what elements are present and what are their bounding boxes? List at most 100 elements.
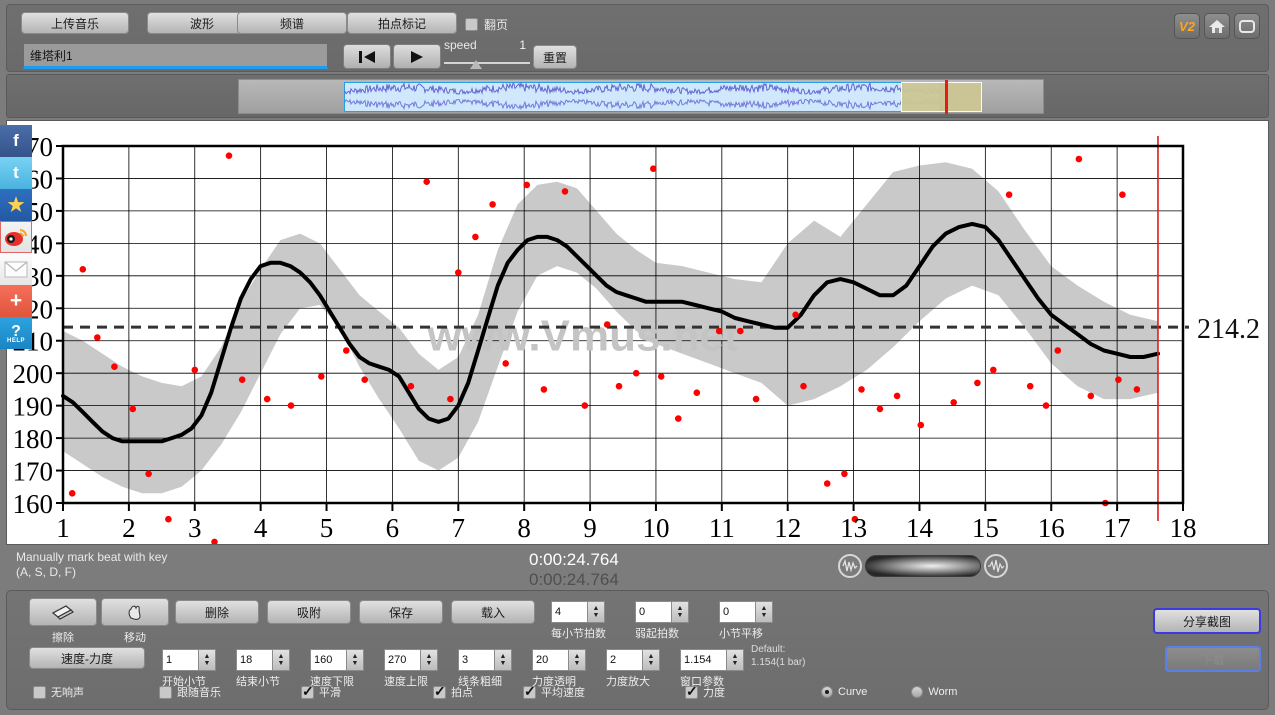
beat-mark-button[interactable]: 拍点标记: [347, 12, 457, 34]
rewind-button[interactable]: [343, 44, 391, 69]
spinner-window-param[interactable]: ▲▼: [680, 649, 744, 671]
download-button[interactable]: 下载: [1165, 646, 1261, 672]
facebook-icon[interactable]: f: [0, 125, 32, 157]
beat-point[interactable]: [68, 490, 76, 497]
spinner-up-icon[interactable]: ▲: [677, 605, 684, 612]
beat-point[interactable]: [318, 373, 325, 380]
beat-point[interactable]: [615, 382, 623, 390]
beat-point[interactable]: [1054, 347, 1062, 354]
spinner-arrows-beats-per-bar[interactable]: ▲ ▼: [587, 601, 605, 623]
delete-button[interactable]: 删除: [175, 600, 259, 624]
beat-point[interactable]: [1087, 392, 1095, 400]
spinner-input-tempo-max[interactable]: [384, 649, 420, 671]
beat-point[interactable]: [1026, 382, 1034, 390]
spinner-up-icon[interactable]: ▲: [574, 653, 581, 660]
weibo-icon[interactable]: [0, 221, 32, 253]
spinner-input-start-bar[interactable]: [162, 649, 198, 671]
spinner-bar-shift[interactable]: ▲▼: [719, 601, 773, 623]
spinner-up-icon[interactable]: ▲: [278, 653, 285, 660]
radio-option-curve[interactable]: Curve: [821, 686, 867, 698]
beat-point[interactable]: [1075, 155, 1083, 163]
speed-slider-track[interactable]: [444, 62, 530, 64]
beat-point[interactable]: [1115, 376, 1122, 383]
waveform-playhead[interactable]: [945, 80, 948, 114]
spinner-arrows-line-width[interactable]: ▲ ▼: [494, 649, 512, 671]
spinner-up-icon[interactable]: ▲: [426, 653, 433, 660]
beat-point[interactable]: [657, 373, 665, 380]
spinner-up-icon[interactable]: ▲: [204, 653, 211, 660]
spinner-up-icon[interactable]: ▲: [761, 605, 768, 612]
checkbox-follow-music[interactable]: [159, 685, 172, 699]
waveform-track[interactable]: [238, 79, 1044, 114]
spinner-down-icon[interactable]: ▼: [204, 660, 211, 667]
spinner-input-dynamics-alpha[interactable]: [532, 649, 568, 671]
tempo-dynamics-button[interactable]: 速度-力度: [29, 647, 145, 669]
beat-point[interactable]: [502, 360, 510, 367]
beat-point[interactable]: [950, 399, 957, 406]
radio-option-worm[interactable]: Worm: [911, 686, 957, 698]
beat-point[interactable]: [361, 376, 369, 383]
spinner-down-icon[interactable]: ▼: [426, 660, 433, 667]
fullscreen-button[interactable]: [1234, 13, 1260, 39]
play-button[interactable]: [393, 44, 441, 69]
beat-point[interactable]: [893, 392, 901, 400]
beat-point[interactable]: [238, 376, 246, 383]
spinner-input-window-param[interactable]: [680, 649, 726, 671]
waveform-icon[interactable]: [838, 554, 862, 578]
speed-slider-thumb[interactable]: [470, 60, 482, 69]
spinner-input-end-bar[interactable]: [236, 649, 272, 671]
spinner-down-icon[interactable]: ▼: [761, 612, 768, 619]
beat-point[interactable]: [876, 405, 884, 413]
beat-point[interactable]: [650, 165, 657, 172]
spinner-input-beats-per-bar[interactable]: [551, 601, 587, 623]
move-tool-button[interactable]: [101, 598, 169, 626]
checkbox-smooth[interactable]: [301, 683, 314, 700]
beat-point[interactable]: [79, 266, 87, 273]
page-turn-checkbox[interactable]: [465, 18, 478, 31]
checkbox-average-tempo[interactable]: [523, 683, 536, 700]
spinner-up-icon[interactable]: ▲: [500, 653, 507, 660]
beat-point[interactable]: [447, 395, 454, 403]
beat-point[interactable]: [841, 470, 848, 478]
beat-point[interactable]: [129, 405, 137, 413]
spinner-up-icon[interactable]: ▲: [352, 653, 359, 660]
volume-control[interactable]: [838, 554, 1008, 578]
more-share-icon[interactable]: +: [0, 285, 32, 317]
volume-slider[interactable]: [865, 555, 981, 577]
beat-point[interactable]: [792, 311, 799, 319]
beat-point[interactable]: [472, 233, 479, 241]
spinner-up-icon[interactable]: ▲: [732, 653, 739, 660]
help-icon[interactable]: ? HELP: [0, 317, 32, 349]
spinner-down-icon[interactable]: ▼: [278, 660, 285, 667]
tempo-chart[interactable]: www.Vmus.net 214.2 160 170 180 190 200 210 220 23…: [6, 120, 1269, 545]
beat-point[interactable]: [145, 470, 152, 478]
spinner-arrows-pickup-beats[interactable]: ▲ ▼: [671, 601, 689, 623]
v2-badge[interactable]: V2: [1174, 13, 1200, 39]
waveform-end-icon[interactable]: [984, 554, 1008, 578]
save-button[interactable]: 保存: [359, 600, 443, 624]
beat-point[interactable]: [1133, 386, 1141, 393]
beat-point[interactable]: [191, 366, 199, 374]
spinner-down-icon[interactable]: ▼: [677, 612, 684, 619]
spinner-line-width[interactable]: ▲▼: [458, 649, 512, 671]
share-snapshot-button[interactable]: 分享截图: [1153, 608, 1261, 634]
option-average-tempo[interactable]: 平均速度: [523, 683, 585, 700]
beat-point[interactable]: [737, 327, 744, 335]
beat-point[interactable]: [111, 363, 118, 370]
spinner-arrows-end-bar[interactable]: ▲ ▼: [272, 649, 290, 671]
spinner-input-bar-shift[interactable]: [719, 601, 755, 623]
beat-point[interactable]: [800, 382, 807, 390]
beat-point[interactable]: [675, 415, 682, 422]
beat-point[interactable]: [1005, 191, 1013, 198]
radio-curve[interactable]: [821, 686, 833, 698]
option-follow-music[interactable]: 跟随音乐: [159, 684, 221, 700]
beat-point[interactable]: [632, 369, 640, 377]
spinner-dynamics-alpha[interactable]: ▲▼: [532, 649, 586, 671]
beat-point[interactable]: [94, 334, 101, 341]
home-button[interactable]: [1204, 13, 1230, 39]
beat-point[interactable]: [423, 178, 431, 185]
spinner-down-icon[interactable]: ▼: [500, 660, 507, 667]
spinner-down-icon[interactable]: ▼: [648, 660, 655, 667]
beat-point[interactable]: [407, 382, 415, 390]
spinner-arrows-window-param[interactable]: ▲ ▼: [726, 649, 744, 671]
